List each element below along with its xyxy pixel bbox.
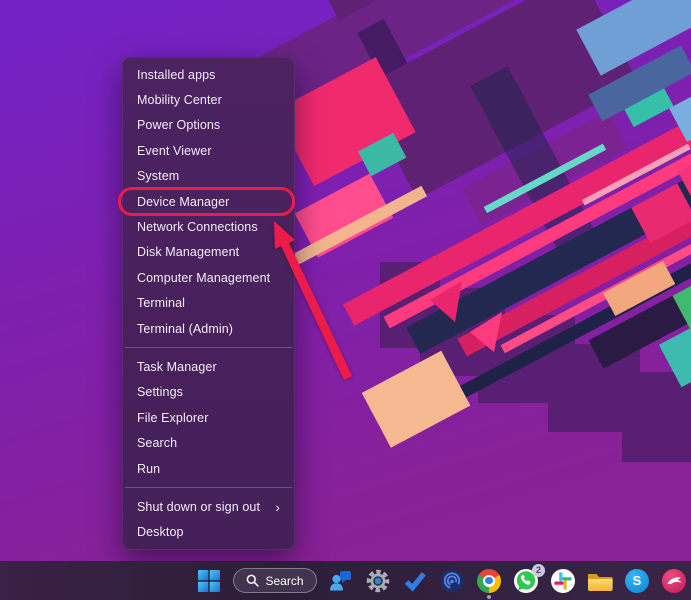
menu-item-power-options[interactable]: Power Options xyxy=(123,113,294,138)
menu-item-label: Desktop xyxy=(137,525,184,539)
taskbar-icons-row: Search xyxy=(197,561,687,600)
menu-item-event-viewer[interactable]: Event Viewer xyxy=(123,138,294,163)
chrome-button[interactable] xyxy=(476,568,502,594)
menu-item-label: Power Options xyxy=(137,118,220,132)
menu-item-label: File Explorer xyxy=(137,411,208,425)
start-button[interactable] xyxy=(197,568,221,594)
menu-item-terminal-admin[interactable]: Terminal (Admin) xyxy=(123,316,294,341)
gear-icon xyxy=(365,568,391,594)
windows-logo-icon xyxy=(198,570,220,592)
menu-item-label: Shut down or sign out xyxy=(137,500,260,514)
menu-item-network-connections[interactable]: Network Connections xyxy=(123,214,294,239)
menu-item-label: Search xyxy=(137,436,177,450)
mail-bird-icon xyxy=(662,569,686,593)
hotspot-button[interactable] xyxy=(439,568,465,594)
menu-item-label: Terminal xyxy=(137,296,185,310)
menu-item-label: Computer Management xyxy=(137,271,270,285)
menu-separator xyxy=(125,487,292,488)
notification-badge: 2 xyxy=(532,564,545,577)
menu-item-system[interactable]: System xyxy=(123,164,294,189)
file-explorer-button[interactable] xyxy=(587,568,613,594)
menu-item-label: Settings xyxy=(137,385,183,399)
winx-menu-groups: Installed apps Mobility Center Power Optio… xyxy=(123,62,294,545)
menu-separator xyxy=(125,347,292,348)
desktop: Installed apps Mobility Center Power Optio… xyxy=(0,0,691,600)
whatsapp-button[interactable]: 2 xyxy=(513,568,539,594)
todo-button[interactable] xyxy=(402,568,428,594)
mail-app-button[interactable] xyxy=(661,568,687,594)
menu-item-task-manager[interactable]: Task Manager xyxy=(123,354,294,379)
folder-icon xyxy=(587,569,613,593)
skype-button[interactable]: S xyxy=(624,568,650,594)
menu-item-desktop[interactable]: Desktop xyxy=(123,520,294,545)
menu-item-label: Event Viewer xyxy=(137,144,212,158)
menu-item-search[interactable]: Search xyxy=(123,430,294,455)
menu-item-mobility-center[interactable]: Mobility Center xyxy=(123,87,294,112)
slack-icon xyxy=(551,569,575,593)
wallpaper xyxy=(0,0,691,600)
menu-item-terminal[interactable]: Terminal xyxy=(123,291,294,316)
menu-item-label: Task Manager xyxy=(137,360,217,374)
menu-item-file-explorer[interactable]: File Explorer xyxy=(123,405,294,430)
hotspot-icon xyxy=(439,568,465,594)
menu-item-label: Installed apps xyxy=(137,68,216,82)
checkmark-icon xyxy=(402,568,428,594)
menu-item-shut-down-or-sign-out[interactable]: Shut down or sign out › xyxy=(123,494,294,519)
slack-button[interactable] xyxy=(550,568,576,594)
chrome-icon xyxy=(477,569,501,593)
menu-item-settings[interactable]: Settings xyxy=(123,380,294,405)
menu-item-label: Network Connections xyxy=(137,220,258,234)
search-label: Search xyxy=(265,574,303,588)
menu-item-run[interactable]: Run xyxy=(123,456,294,481)
menu-item-label: Device Manager xyxy=(137,195,229,209)
menu-item-installed-apps[interactable]: Installed apps xyxy=(123,62,294,87)
menu-item-label: System xyxy=(137,169,179,183)
menu-item-label: Terminal (Admin) xyxy=(137,322,233,336)
taskbar: Search xyxy=(0,561,691,600)
running-indicator xyxy=(487,595,491,599)
winx-menu: Installed apps Mobility Center Power Optio… xyxy=(122,57,295,550)
submenu-chevron-icon: › xyxy=(275,500,280,514)
menu-item-label: Run xyxy=(137,462,160,476)
chat-people-button[interactable] xyxy=(328,568,354,594)
menu-item-computer-management[interactable]: Computer Management xyxy=(123,265,294,290)
menu-item-label: Mobility Center xyxy=(137,93,222,107)
menu-item-disk-management[interactable]: Disk Management xyxy=(123,240,294,265)
chat-people-icon xyxy=(328,568,354,594)
settings-button[interactable] xyxy=(365,568,391,594)
menu-item-device-manager[interactable]: Device Manager xyxy=(123,189,294,214)
search-icon xyxy=(246,574,259,587)
skype-icon: S xyxy=(625,569,649,593)
search-box[interactable]: Search xyxy=(233,568,317,593)
menu-item-label: Disk Management xyxy=(137,245,239,259)
